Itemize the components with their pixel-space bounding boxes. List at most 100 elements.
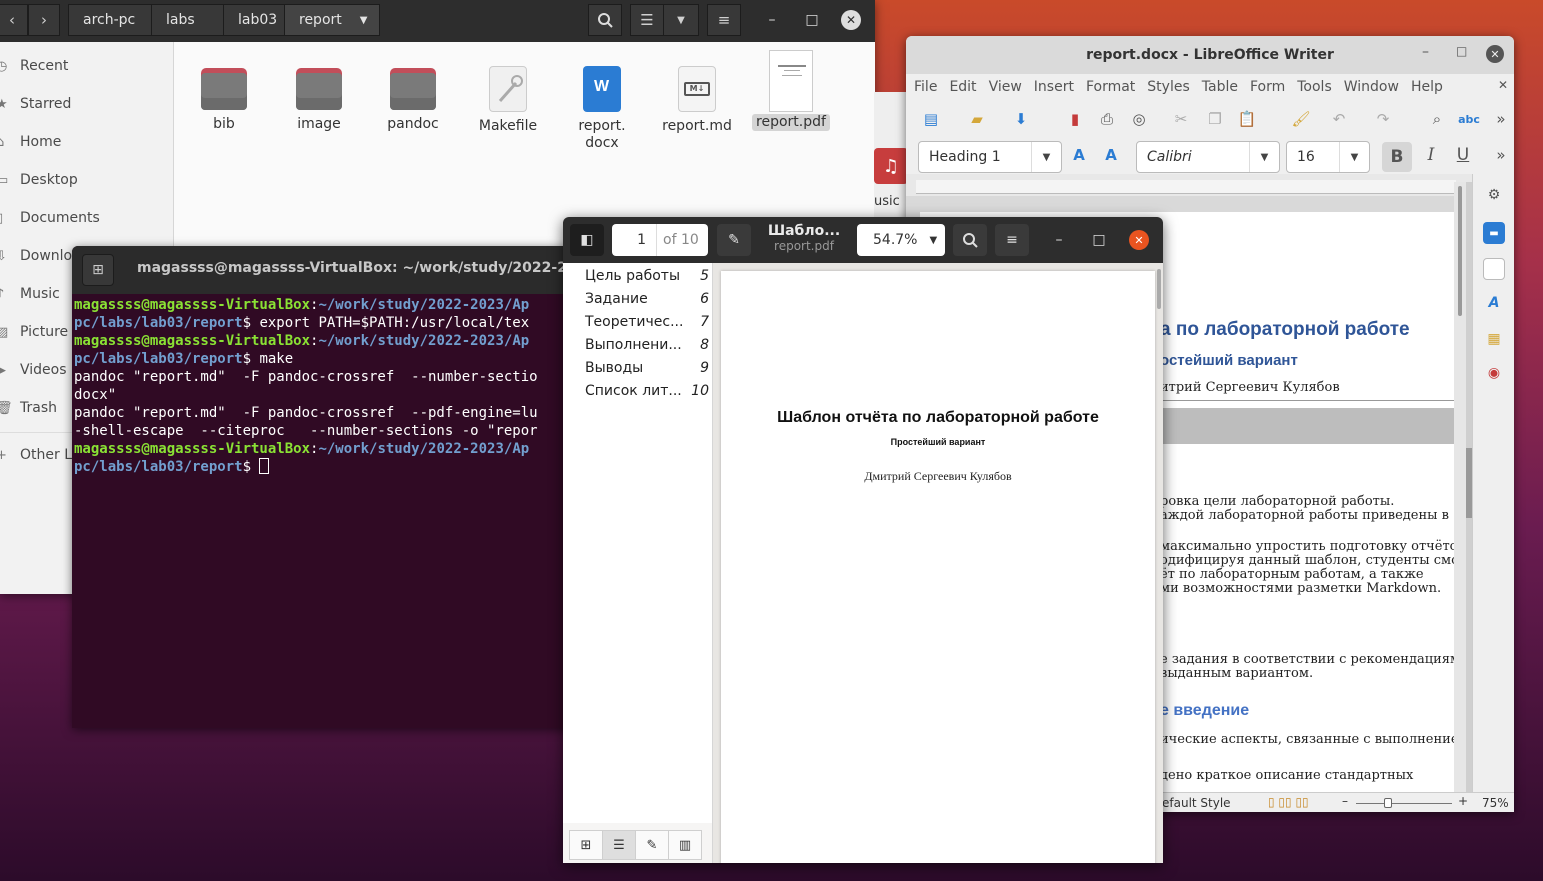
menu-edit[interactable]: Edit	[949, 79, 976, 95]
file-item-report-docx[interactable]: W report. docx	[557, 50, 647, 152]
breadcrumb-lab03[interactable]: lab03	[223, 4, 285, 36]
copy-icon[interactable]: ❐	[1204, 108, 1226, 130]
view-layout-icons[interactable]: ▯ ▯▯ ▯▯	[1268, 795, 1309, 809]
minimize-button[interactable]: –	[762, 10, 782, 30]
sidebar-item-documents[interactable]: ▯Documents	[0, 204, 100, 232]
page-current[interactable]: 1	[612, 232, 656, 248]
bookmarks-button[interactable]: ▥	[668, 830, 702, 860]
close-button[interactable]: ✕	[1129, 230, 1149, 250]
menu-help[interactable]: Help	[1411, 79, 1443, 95]
menu-styles[interactable]: Styles	[1147, 79, 1189, 95]
paragraph-style-combobox[interactable]: Heading 1 ▼	[918, 141, 1062, 173]
page-icon[interactable]: ▬	[1483, 222, 1505, 244]
sidebar-item-other-locations[interactable]: + Other L	[0, 441, 72, 469]
annotate-button[interactable]: ✎	[717, 224, 751, 256]
menu-format[interactable]: Format	[1086, 79, 1135, 95]
paste-icon[interactable]: 📋	[1236, 108, 1258, 130]
find-replace-icon[interactable]: ⌕	[1426, 108, 1448, 130]
font-style-icon[interactable]: A	[1483, 292, 1505, 314]
outline-item-task[interactable]: Задание 6	[585, 287, 709, 310]
save-icon[interactable]: ⬇	[1010, 108, 1032, 130]
outline-item-goal[interactable]: Цель работы 5	[585, 264, 709, 287]
sidebar-item-music[interactable]: ♪ Music	[0, 280, 60, 308]
properties-gear-icon[interactable]: ⚙	[1483, 184, 1505, 206]
sidebar-item-videos[interactable]: ▶ Videos	[0, 356, 67, 384]
minimize-button[interactable]: –	[1049, 230, 1069, 250]
menu-table[interactable]: Table	[1202, 79, 1238, 95]
breadcrumb-labs[interactable]: labs	[151, 4, 224, 36]
sidebar-item-pictures[interactable]: ▨ Picture	[0, 318, 68, 346]
print-icon[interactable]: ⎙	[1096, 108, 1118, 130]
search-button[interactable]	[953, 224, 987, 256]
update-style-icon[interactable]: A	[1068, 144, 1090, 166]
zoom-combobox[interactable]: 54.7% ▼	[857, 224, 945, 256]
menu-button[interactable]: ≡	[995, 224, 1029, 256]
outline-button[interactable]: ☰	[602, 830, 636, 860]
export-pdf-icon[interactable]: ▮	[1064, 108, 1086, 130]
sidebar-item-home[interactable]: ⌂ Home	[0, 128, 61, 156]
menu-insert[interactable]: Insert	[1034, 79, 1074, 95]
search-button[interactable]	[588, 4, 622, 36]
clone-formatting-icon[interactable]: 🖌	[1290, 108, 1312, 130]
outline-item-conclusions[interactable]: Выводы 9	[585, 356, 709, 379]
scrollbar-thumb[interactable]	[1458, 186, 1462, 316]
file-item-report-md[interactable]: M↓ report.md	[652, 50, 742, 135]
outline-item-theory[interactable]: Теоретичес... 7	[585, 310, 709, 333]
menu-form[interactable]: Form	[1250, 79, 1285, 95]
redo-icon[interactable]: ↷	[1372, 108, 1394, 130]
page-number-entry[interactable]: 1 of 10	[612, 224, 708, 256]
page-style-label[interactable]: efault Style	[1162, 796, 1231, 810]
spellcheck-icon[interactable]: abc	[1458, 108, 1480, 130]
view-options-button[interactable]: ▼	[663, 4, 699, 36]
terminal-output[interactable]: magassss@magassss-VirtualBox:~/work/stud…	[74, 296, 592, 476]
gallery-icon[interactable]: ▦	[1483, 328, 1505, 350]
zoom-in-icon[interactable]: +	[1458, 794, 1468, 808]
maximize-button[interactable]: □	[1456, 44, 1467, 58]
styles-icon[interactable]	[1483, 258, 1505, 280]
file-item-pandoc[interactable]: pandoc	[368, 50, 458, 133]
zoom-level[interactable]: 75%	[1482, 796, 1509, 810]
more-options-icon[interactable]: »	[1490, 144, 1512, 166]
zoom-slider-knob[interactable]	[1384, 798, 1392, 808]
outline-item-references[interactable]: Список лит... 10	[585, 379, 709, 402]
sidebar-item-desktop[interactable]: ▭ Desktop	[0, 166, 78, 194]
italic-button[interactable]: I	[1420, 144, 1442, 166]
menu-window[interactable]: Window	[1344, 79, 1399, 95]
print-preview-icon[interactable]: ◎	[1128, 108, 1150, 130]
zoom-slider-track[interactable]	[1356, 803, 1452, 804]
scrollbar-thumb[interactable]	[1157, 269, 1161, 309]
maximize-button[interactable]: □	[802, 10, 822, 30]
navigator-icon[interactable]: ◉	[1483, 362, 1505, 384]
breadcrumb-report[interactable]: report ▼	[284, 4, 380, 36]
minimize-button[interactable]: –	[1422, 44, 1429, 60]
sidebar-item-recent[interactable]: ◷ Recent	[0, 52, 68, 80]
close-button[interactable]: ✕	[841, 10, 861, 30]
horizontal-ruler[interactable]	[916, 180, 1456, 194]
sidebar-toggle-button[interactable]: ◧	[570, 224, 604, 256]
undo-icon[interactable]: ↶	[1328, 108, 1350, 130]
sidebar-item-trash[interactable]: 🗑 Trash	[0, 394, 57, 422]
font-name-combobox[interactable]: Calibri ▼	[1136, 141, 1280, 173]
vertical-scrollbar[interactable]	[1454, 182, 1466, 792]
new-style-icon[interactable]: A	[1100, 144, 1122, 166]
close-document-icon[interactable]: ✕	[1498, 78, 1508, 92]
file-item-image[interactable]: image	[274, 50, 364, 133]
bold-button[interactable]: B	[1382, 142, 1412, 172]
back-button[interactable]: ‹	[0, 4, 28, 36]
document-canvas[interactable]: Шаблон отчёта по лабораторной работе Про…	[713, 263, 1163, 863]
more-options-icon[interactable]: »	[1490, 108, 1512, 130]
menu-view[interactable]: View	[989, 79, 1022, 95]
annotations-button[interactable]: ✎	[635, 830, 669, 860]
thumbnails-button[interactable]: ⊞	[569, 830, 603, 860]
sidebar-item-downloads[interactable]: ⇩ Downlo	[0, 242, 72, 270]
underline-button[interactable]: U	[1452, 144, 1474, 166]
open-folder-icon[interactable]: ▰	[966, 108, 988, 130]
menu-file[interactable]: File	[914, 79, 937, 95]
menu-button[interactable]: ≡	[707, 4, 741, 36]
terminal-window[interactable]: ⊞ magassss@magassss-VirtualBox: ~/work/s…	[72, 246, 592, 728]
new-document-icon[interactable]: ▤	[920, 108, 942, 130]
menu-tools[interactable]: Tools	[1297, 79, 1332, 95]
file-item-bib[interactable]: bib	[179, 50, 269, 133]
close-button[interactable]: ✕	[1486, 45, 1504, 63]
forward-button[interactable]: ›	[28, 4, 60, 36]
